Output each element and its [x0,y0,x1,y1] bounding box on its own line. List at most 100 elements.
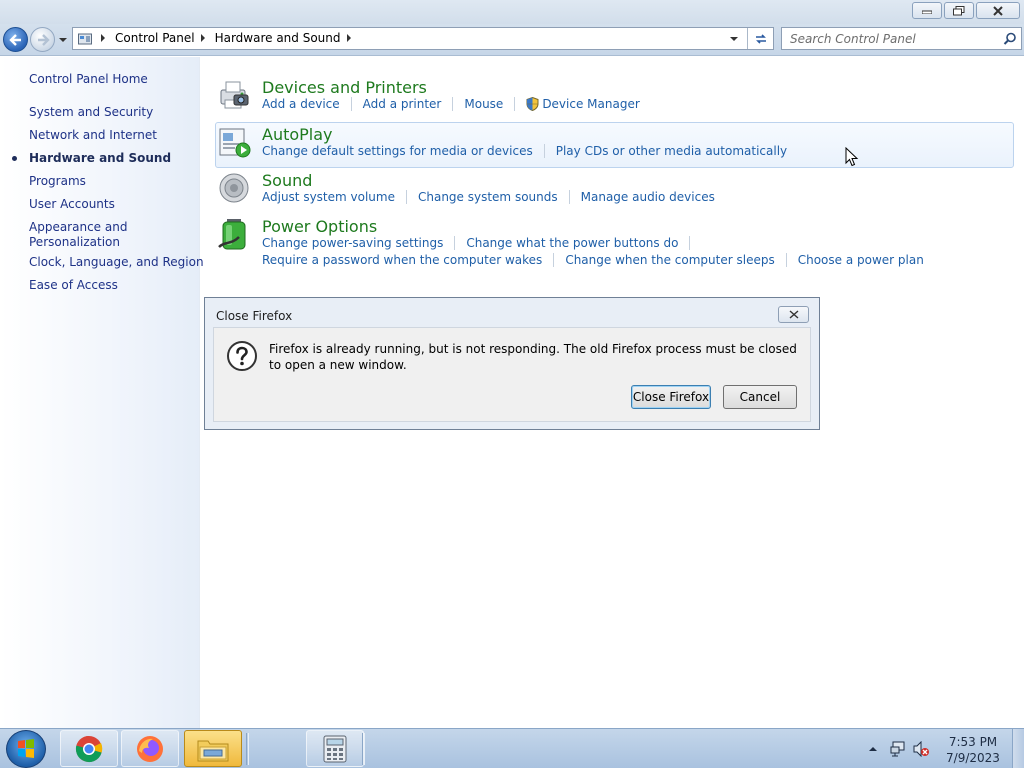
search-input[interactable] [782,28,997,49]
link-separator [568,190,570,204]
show-hidden-icons-icon[interactable] [868,745,878,753]
speaker-icon [219,173,249,203]
breadcrumb-control-panel[interactable]: Control Panel [115,31,195,45]
show-desktop-button[interactable] [1012,729,1024,768]
change-power-saving-settings-link[interactable]: Change power-saving settings [262,236,443,250]
recent-pages-dropdown-icon[interactable] [58,35,68,45]
link-separator [553,253,555,267]
category-power-options: Power Options Change power-saving settin… [215,217,1015,273]
forward-button[interactable] [30,27,55,52]
close-firefox-dialog: Close Firefox Firefox is already running… [204,297,820,430]
taskbar-firefox[interactable] [121,730,179,767]
sidebar-item-network-and-internet[interactable]: Network and Internet [29,128,157,143]
left-navigation-pane: Control Panel Home System and Security N… [0,57,204,728]
category-title[interactable]: Sound [262,171,312,190]
taskbar-divider [362,733,365,765]
link-separator [785,253,787,267]
choose-power-plan-link[interactable]: Choose a power plan [798,253,924,267]
dialog-body: Firefox is already running, but is not r… [213,327,811,422]
breadcrumb-separator-icon[interactable] [101,34,105,42]
device-manager-link[interactable]: Device Manager [542,97,639,111]
breadcrumb-separator-icon[interactable] [200,34,205,42]
add-a-printer-link[interactable]: Add a printer [363,97,442,111]
dialog-message: Firefox is already running, but is not r… [269,342,797,372]
caption-buttons [912,2,1020,19]
breadcrumb-hardware-and-sound[interactable]: Hardware and Sound [215,31,341,45]
sidebar-item-label-line1: Appearance and [29,220,128,234]
sidebar-item-user-accounts[interactable]: User Accounts [29,197,115,212]
windows-logo-icon [18,739,34,758]
control-panel-icon [78,33,92,45]
breadcrumb-separator-icon[interactable] [346,34,351,42]
uac-shield-icon [526,97,539,111]
volume-muted-icon[interactable] [912,741,930,757]
change-power-buttons-link[interactable]: Change what the power buttons do [466,236,678,250]
change-system-sounds-link[interactable]: Change system sounds [418,190,558,204]
minimize-button[interactable] [912,2,942,19]
category-links: Add a device Add a printer Mouse Device … [262,97,640,111]
navigation-bar: Control Panel Hardware and Sound [0,24,1024,56]
refresh-button[interactable] [747,28,773,49]
mouse-link[interactable]: Mouse [464,97,503,111]
category-title[interactable]: AutoPlay [262,125,333,144]
category-links: Change power-saving settings Change what… [262,236,701,250]
close-firefox-button[interactable]: Close Firefox [631,385,711,409]
manage-audio-devices-link[interactable]: Manage audio devices [581,190,715,204]
cancel-button[interactable]: Cancel [723,385,797,409]
network-icon[interactable] [890,741,908,757]
dialog-close-button[interactable] [778,306,809,323]
add-a-device-link[interactable]: Add a device [262,97,340,111]
address-bar[interactable]: Control Panel Hardware and Sound [72,27,774,50]
adjust-system-volume-link[interactable]: Adjust system volume [262,190,395,204]
link-separator [514,97,516,111]
close-window-button[interactable] [976,2,1020,19]
restore-icon [953,5,965,15]
sidebar-item-ease-of-access[interactable]: Ease of Access [29,278,118,293]
search-icon[interactable] [1003,32,1017,46]
sidebar-item-appearance-and-personalization[interactable]: Appearance and Personalization [29,220,127,250]
taskbar-file-explorer[interactable] [184,730,242,767]
file-explorer-icon [197,740,229,761]
window-titlebar [0,0,1024,24]
sidebar-item-programs[interactable]: Programs [29,174,86,189]
address-dropdown-icon[interactable] [727,33,741,45]
search-box[interactable] [781,27,1022,50]
clock-time: 7:53 PM [948,735,998,749]
back-button[interactable] [3,27,28,52]
refresh-icon [755,33,766,44]
taskbar-chrome[interactable] [60,730,118,767]
category-links-row2: Require a password when the computer wak… [262,253,924,267]
change-sleep-time-link[interactable]: Change when the computer sleeps [565,253,774,267]
chrome-icon [75,735,103,762]
sidebar-item-system-and-security[interactable]: System and Security [29,105,153,120]
notification-area: 7:53 PM 7/9/2023 [854,729,1024,768]
category-title[interactable]: Devices and Printers [262,78,427,97]
link-separator [405,190,407,204]
minimize-icon [922,10,932,14]
link-separator [454,236,456,250]
battery-icon [218,219,246,250]
question-icon [227,341,257,371]
restore-button[interactable] [944,2,974,19]
taskbar-calculator[interactable] [306,730,364,767]
change-default-media-settings-link[interactable]: Change default settings for media or dev… [262,144,533,158]
dialog-title: Close Firefox [216,309,293,323]
system-clock[interactable]: 7:53 PM 7/9/2023 [940,734,1006,766]
taskbar-divider [246,733,249,765]
category-sound: Sound Adjust system volume Change system… [215,171,1015,211]
require-password-on-wake-link[interactable]: Require a password when the computer wak… [262,253,542,267]
sidebar-item-clock-language-region[interactable]: Clock, Language, and Region [29,255,204,270]
play-cds-automatically-link[interactable]: Play CDs or other media automatically [556,144,787,158]
arrow-left-icon [9,34,21,46]
sidebar-item-hardware-and-sound[interactable]: Hardware and Sound [29,151,171,166]
start-button[interactable] [6,730,46,768]
category-title[interactable]: Power Options [262,217,377,236]
mouse-cursor-icon [845,147,859,167]
arrow-right-icon [38,34,50,46]
sidebar-control-panel-home[interactable]: Control Panel Home [29,72,148,87]
close-icon [789,310,798,319]
clock-date: 7/9/2023 [946,751,1000,765]
calculator-icon [323,735,347,762]
category-links: Change default settings for media or dev… [262,144,787,158]
breadcrumb: Control Panel Hardware and Sound [95,31,361,45]
